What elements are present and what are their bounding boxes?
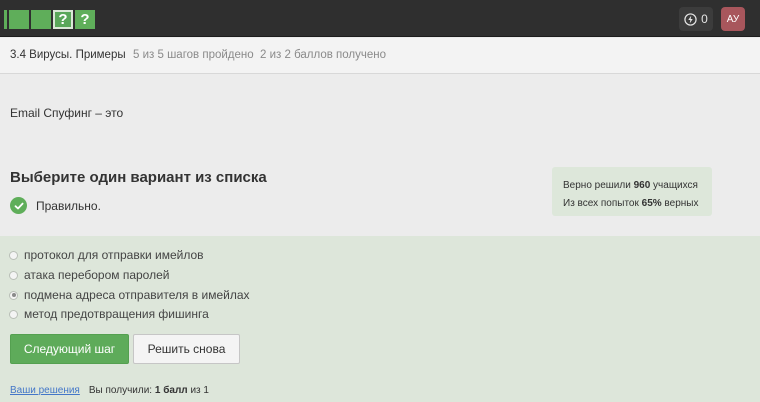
top-bar: ? ? 0 АУ	[0, 0, 760, 37]
bolt-icon	[684, 12, 697, 26]
option-3-selected[interactable]: подмена адреса отправителя в имейлах	[9, 288, 250, 302]
step-1[interactable]	[4, 10, 7, 29]
lesson-header: 3.4 Вирусы. Примеры 5 из 5 шагов пройден…	[0, 38, 760, 74]
checkmark-icon	[10, 197, 27, 214]
step-4-current[interactable]: ?	[53, 10, 73, 29]
status-text: Правильно.	[36, 198, 101, 213]
radio-button-checked[interactable]	[9, 290, 18, 300]
stats-attempts: Из всех попыток 65% верных	[563, 198, 699, 209]
option-label: атака перебором паролей	[24, 268, 170, 282]
lesson-title[interactable]: 3.4 Вирусы. Примеры	[10, 49, 126, 61]
next-step-button[interactable]: Следующий шаг	[10, 334, 129, 364]
radio-button[interactable]	[9, 270, 18, 280]
radio-button[interactable]	[9, 309, 18, 319]
lesson-score: 2 из 2 баллов получено	[260, 49, 387, 61]
your-solutions-link[interactable]: Ваши решения	[10, 385, 80, 396]
choose-title: Выберите один вариант из списка	[10, 169, 267, 186]
result-line: Ваши решения Вы получили: 1 балл из 1	[10, 385, 209, 396]
step-3[interactable]	[31, 10, 51, 29]
points-counter[interactable]: 0	[679, 7, 713, 31]
points-value: 0	[701, 12, 708, 26]
option-4[interactable]: метод предотвращения фишинга	[9, 307, 209, 321]
step-2[interactable]	[9, 10, 29, 29]
option-1[interactable]: протокол для отправки имейлов	[9, 248, 204, 262]
solve-stats: Верно решили 960 учащихся Из всех попыто…	[552, 167, 712, 216]
option-2[interactable]: атака перебором паролей	[9, 268, 169, 282]
option-label: протокол для отправки имейлов	[24, 248, 204, 262]
user-avatar[interactable]: АУ	[721, 7, 745, 31]
correct-status: Правильно.	[10, 197, 101, 214]
step-progress-bar: ? ?	[4, 10, 95, 29]
option-label: подмена адреса отправителя в имейлах	[24, 288, 250, 302]
stats-solved: Верно решили 960 учащихся	[563, 180, 698, 191]
option-label: метод предотвращения фишинга	[24, 307, 209, 321]
lesson-progress: 5 из 5 шагов пройдено	[133, 49, 254, 61]
solve-again-button[interactable]: Решить снова	[133, 334, 240, 364]
step-5[interactable]: ?	[75, 10, 95, 29]
radio-button[interactable]	[9, 250, 18, 260]
question-text: Email Спуфинг – это	[10, 106, 124, 120]
